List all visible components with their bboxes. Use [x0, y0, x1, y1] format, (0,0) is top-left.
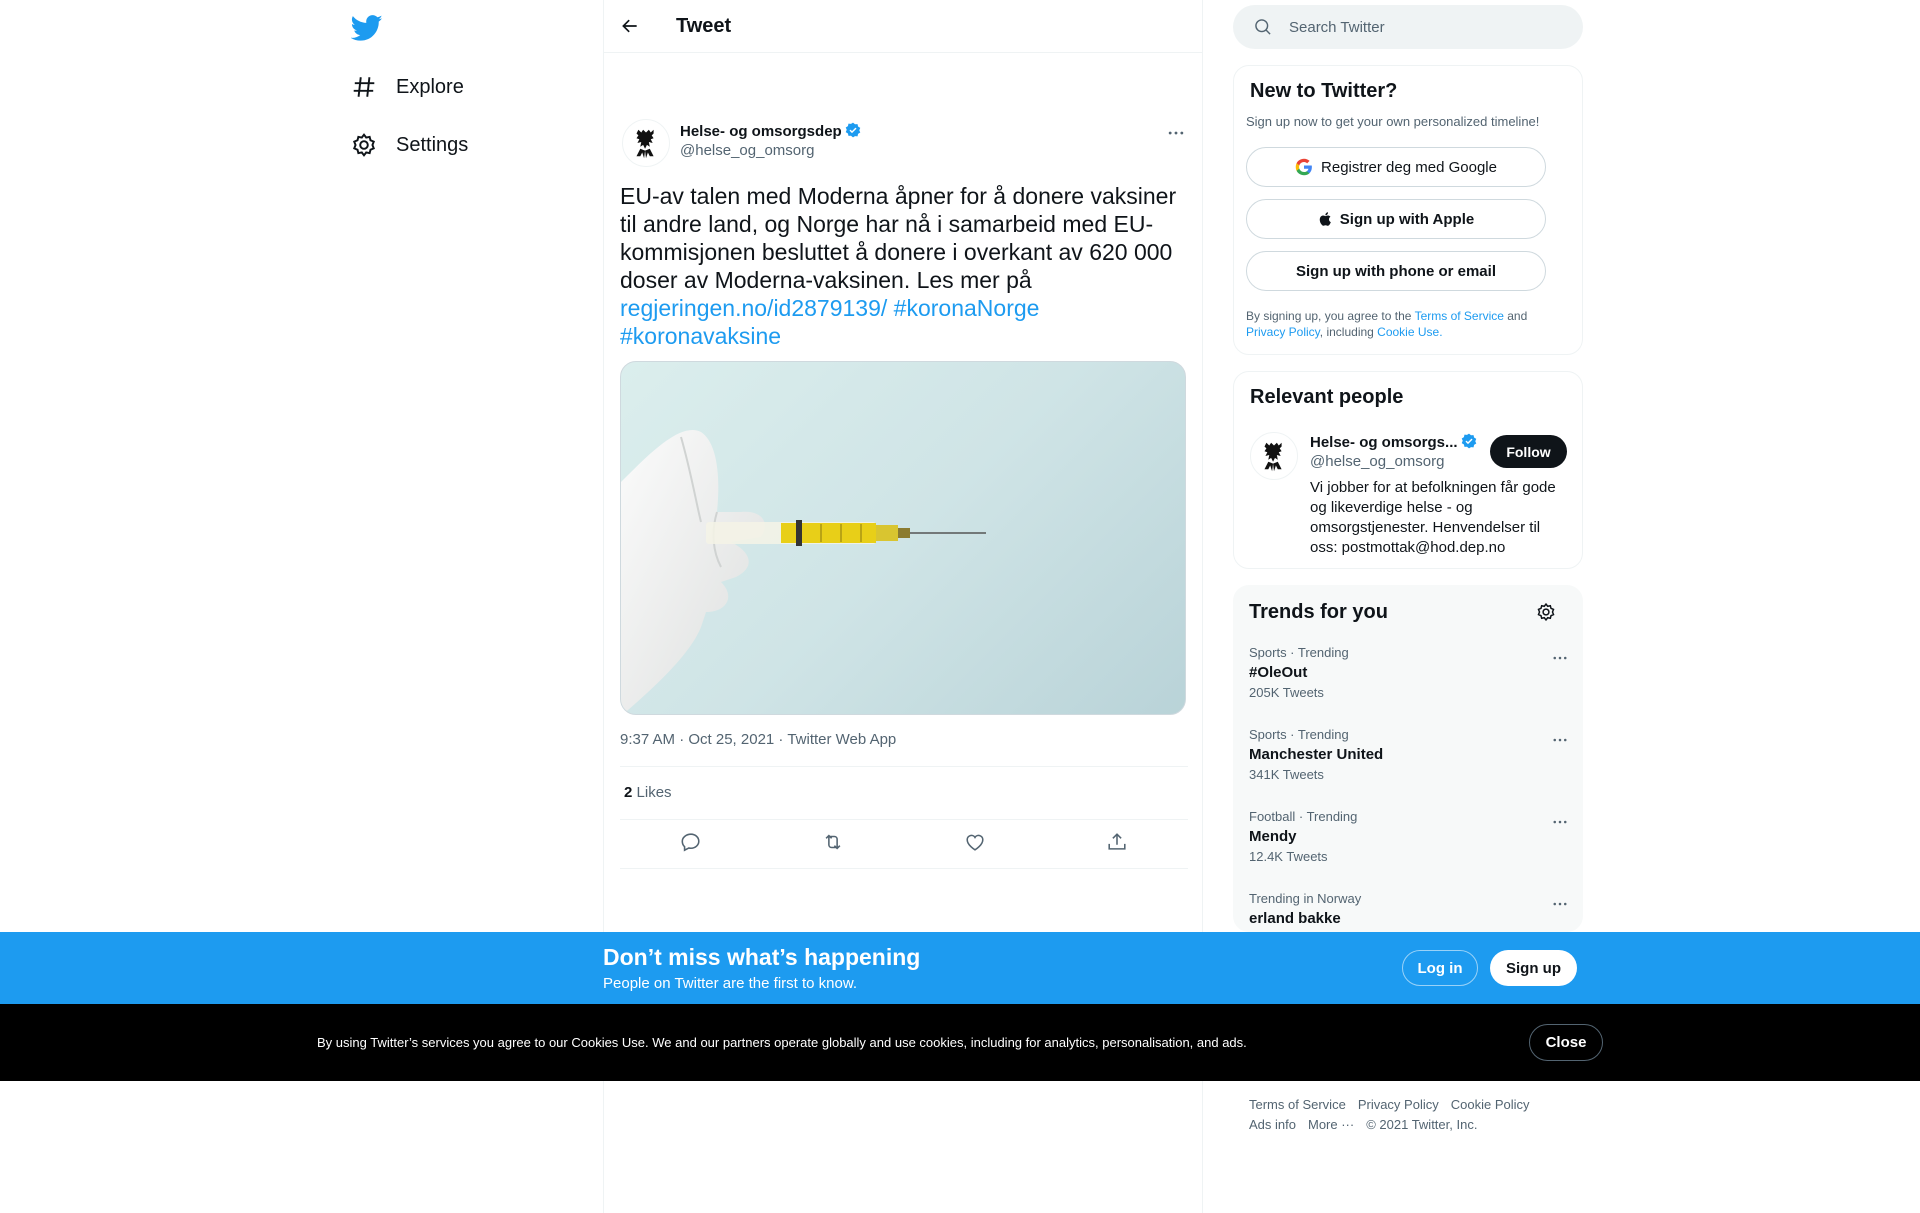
trends-title: Trends for you — [1249, 601, 1388, 623]
trend-item[interactable]: Trending in Norway erland bakke — [1249, 891, 1569, 931]
search-input[interactable] — [1289, 5, 1569, 49]
more-options-icon[interactable] — [1551, 813, 1569, 831]
more-options-icon[interactable] — [1551, 731, 1569, 749]
relevant-person-handle[interactable]: @helse_og_omsorg — [1310, 453, 1444, 470]
hashtag-link[interactable]: #koronavaksine — [620, 323, 781, 349]
signup-button[interactable]: Sign up — [1490, 950, 1577, 986]
hashtag-link[interactable]: #koronaNorge — [894, 295, 1040, 321]
footer-cookie-link[interactable]: Cookie Policy — [1451, 1097, 1530, 1112]
like-heart-icon[interactable] — [964, 831, 986, 853]
tweet-timestamp[interactable]: 9:37 AM · Oct 25, 2021 · Twitter Web App — [620, 731, 896, 748]
follow-button[interactable]: Follow — [1490, 435, 1567, 468]
divider — [620, 766, 1188, 767]
trends-card: Trends for you Sports · Trending #OleOut… — [1233, 585, 1583, 932]
avatar[interactable] — [622, 119, 670, 167]
tweet-header: Tweet — [604, 0, 1202, 53]
verified-badge-icon — [1461, 433, 1477, 449]
trend-meta: Sports · Trending — [1249, 645, 1349, 660]
search-icon — [1253, 17, 1273, 37]
gear-icon — [351, 132, 377, 158]
retweet-icon[interactable] — [822, 831, 844, 853]
trend-meta: Trending in Norway — [1249, 891, 1362, 906]
coat-of-arms-icon — [1264, 442, 1282, 472]
tweet-link[interactable]: regjeringen.no/id2879139/ — [620, 295, 887, 321]
author-name[interactable]: Helse- og omsorgsdep — [680, 122, 861, 140]
footer-terms-link[interactable]: Terms of Service — [1249, 1097, 1346, 1112]
phone-email-signup-button[interactable]: Sign up with phone or email — [1246, 251, 1546, 291]
google-signup-button[interactable]: Registrer deg med Google — [1246, 147, 1546, 187]
nav-item-settings[interactable]: Settings — [351, 125, 468, 165]
author-handle[interactable]: @helse_og_omsorg — [680, 142, 814, 159]
trend-name: #OleOut — [1249, 664, 1308, 681]
relevant-people-card: Relevant people Helse- og omsorgs... @he… — [1233, 371, 1583, 569]
signup-card-title: New to Twitter? — [1250, 80, 1398, 102]
apple-signup-label: Sign up with Apple — [1339, 210, 1475, 228]
footer-privacy-link[interactable]: Privacy Policy — [1358, 1097, 1439, 1112]
page-title: Tweet — [676, 15, 732, 37]
arrow-left-icon[interactable] — [620, 16, 640, 36]
google-signup-label: Registrer deg med Google — [1321, 158, 1497, 176]
gear-icon[interactable] — [1536, 602, 1556, 622]
google-logo-icon — [1295, 158, 1313, 176]
trend-item[interactable]: Sports · Trending Manchester United 341K… — [1249, 727, 1569, 782]
login-prompt-bar: Don’t miss what’s happening People on Tw… — [0, 932, 1920, 1004]
more-options-icon[interactable] — [1551, 895, 1569, 913]
privacy-link[interactable]: Privacy Policy — [1246, 325, 1320, 339]
divider — [620, 868, 1188, 869]
nav-label-explore: Explore — [396, 75, 464, 98]
signup-card-subtitle: Sign up now to get your own personalized… — [1246, 114, 1540, 129]
trend-name: Mendy — [1249, 828, 1297, 845]
apple-signup-button[interactable]: Sign up with Apple — [1246, 199, 1546, 239]
footer-more-link[interactable]: More ··· — [1308, 1117, 1354, 1132]
trend-count: 341K Tweets — [1249, 767, 1324, 782]
twitter-bird-icon[interactable] — [350, 12, 383, 44]
syringe-photo — [621, 430, 986, 714]
trend-count: 12.4K Tweets — [1249, 849, 1328, 864]
search-bar[interactable] — [1233, 5, 1583, 49]
close-button[interactable]: Close — [1529, 1024, 1603, 1061]
tweet-image[interactable] — [620, 361, 1186, 715]
divider — [620, 819, 1188, 820]
relevant-person-bio: Vi jobber for at befolkningen får gode o… — [1310, 479, 1556, 556]
trend-item[interactable]: Sports · Trending #OleOut 205K Tweets — [1249, 645, 1569, 700]
hashtag-icon — [351, 74, 377, 100]
cookie-banner: By using Twitter’s services you agree to… — [0, 1004, 1920, 1081]
reply-icon[interactable] — [680, 831, 702, 853]
avatar[interactable] — [1250, 432, 1298, 480]
share-icon[interactable] — [1106, 831, 1128, 853]
trend-name: erland bakke — [1249, 910, 1341, 927]
trend-count: 205K Tweets — [1249, 685, 1324, 700]
apple-logo-icon — [1318, 210, 1334, 228]
terms-link[interactable]: Terms of Service — [1415, 309, 1504, 323]
coat-of-arms-icon — [636, 129, 654, 159]
login-prompt-title: Don’t miss what’s happening — [603, 944, 921, 970]
login-button[interactable]: Log in — [1402, 950, 1478, 986]
signup-legal-text: By signing up, you agree to the Terms of… — [1246, 309, 1528, 339]
more-options-icon[interactable] — [1166, 123, 1186, 143]
login-prompt-subtitle: People on Twitter are the first to know. — [603, 975, 858, 992]
signup-card: New to Twitter? Sign up now to get your … — [1233, 65, 1583, 355]
more-options-icon[interactable] — [1551, 649, 1569, 667]
trend-item[interactable]: Football · Trending Mendy 12.4K Tweets — [1249, 809, 1569, 864]
nav-item-explore[interactable]: Explore — [351, 67, 464, 107]
cookie-use-link[interactable]: Cookie Use. — [1377, 325, 1442, 339]
relevant-people-title: Relevant people — [1250, 386, 1404, 408]
likes-count[interactable]: 2 Likes — [624, 784, 672, 801]
tweet-actions — [620, 831, 1188, 857]
tweet-text: EU-av talen med Moderna åpner for å done… — [620, 183, 1177, 349]
footer-ads-link[interactable]: Ads info — [1249, 1117, 1296, 1132]
relevant-person-name[interactable]: Helse- og omsorgs... — [1310, 433, 1477, 451]
trend-name: Manchester United — [1249, 746, 1384, 763]
phone-email-signup-label: Sign up with phone or email — [1295, 262, 1496, 280]
nav-label-settings: Settings — [396, 133, 469, 156]
trend-meta: Sports · Trending — [1249, 727, 1349, 742]
footer-links: Terms of Service Privacy Policy Cookie Pol… — [1249, 1095, 1569, 1135]
cookie-banner-text: By using Twitter’s services you agree to… — [317, 1035, 1247, 1050]
trend-meta: Football · Trending — [1249, 809, 1358, 824]
footer-copyright: © 2021 Twitter, Inc. — [1366, 1117, 1478, 1132]
verified-badge-icon — [845, 122, 861, 138]
